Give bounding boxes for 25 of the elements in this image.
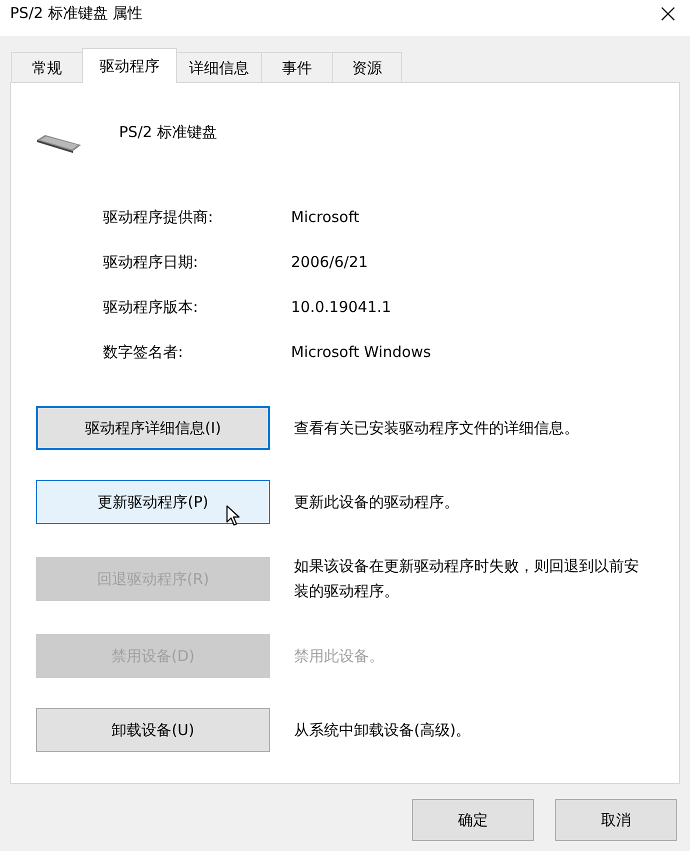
tab[interactable]: 驱动程序 [82,48,177,83]
property-value: 10.0.19041.1 [291,297,392,317]
property-label: 驱动程序提供商: [103,207,214,227]
tab[interactable]: 资源 [332,52,402,82]
dialog-button[interactable]: 确定 [412,799,534,841]
property-value: Microsoft Windows [291,342,432,362]
window-title: PS/2 标准键盘 属性 [10,4,143,22]
driver-button[interactable]: 驱动程序详细信息(I) [36,406,270,450]
property-value: Microsoft [291,207,360,227]
driver-button[interactable]: 更新驱动程序(P) [36,480,270,524]
button-description: 查看有关已安装驱动程序文件的详细信息。 [294,418,580,438]
device-name: PS/2 标准键盘 [119,122,217,142]
button-description: 更新此设备的驱动程序。 [294,492,460,512]
dialog-button[interactable]: 取消 [555,799,677,841]
property-label: 驱动程序版本: [103,297,200,317]
close-button[interactable]: × [646,0,690,32]
property-value: 2006/6/21 [291,252,369,272]
button-description: 禁用此设备。 [294,646,385,666]
driver-button[interactable]: 卸载设备(U) [36,708,270,752]
property-label: 数字签名者: [103,342,184,362]
property-label: 驱动程序日期: [103,252,200,272]
cursor-icon [226,505,240,527]
tab[interactable]: 常规 [11,52,83,82]
button-description: 如果该设备在更新驱动程序时失败，则回退到以前安装的驱动程序。 [294,556,640,602]
button-description: 从系统中卸载设备(高级)。 [294,720,472,740]
